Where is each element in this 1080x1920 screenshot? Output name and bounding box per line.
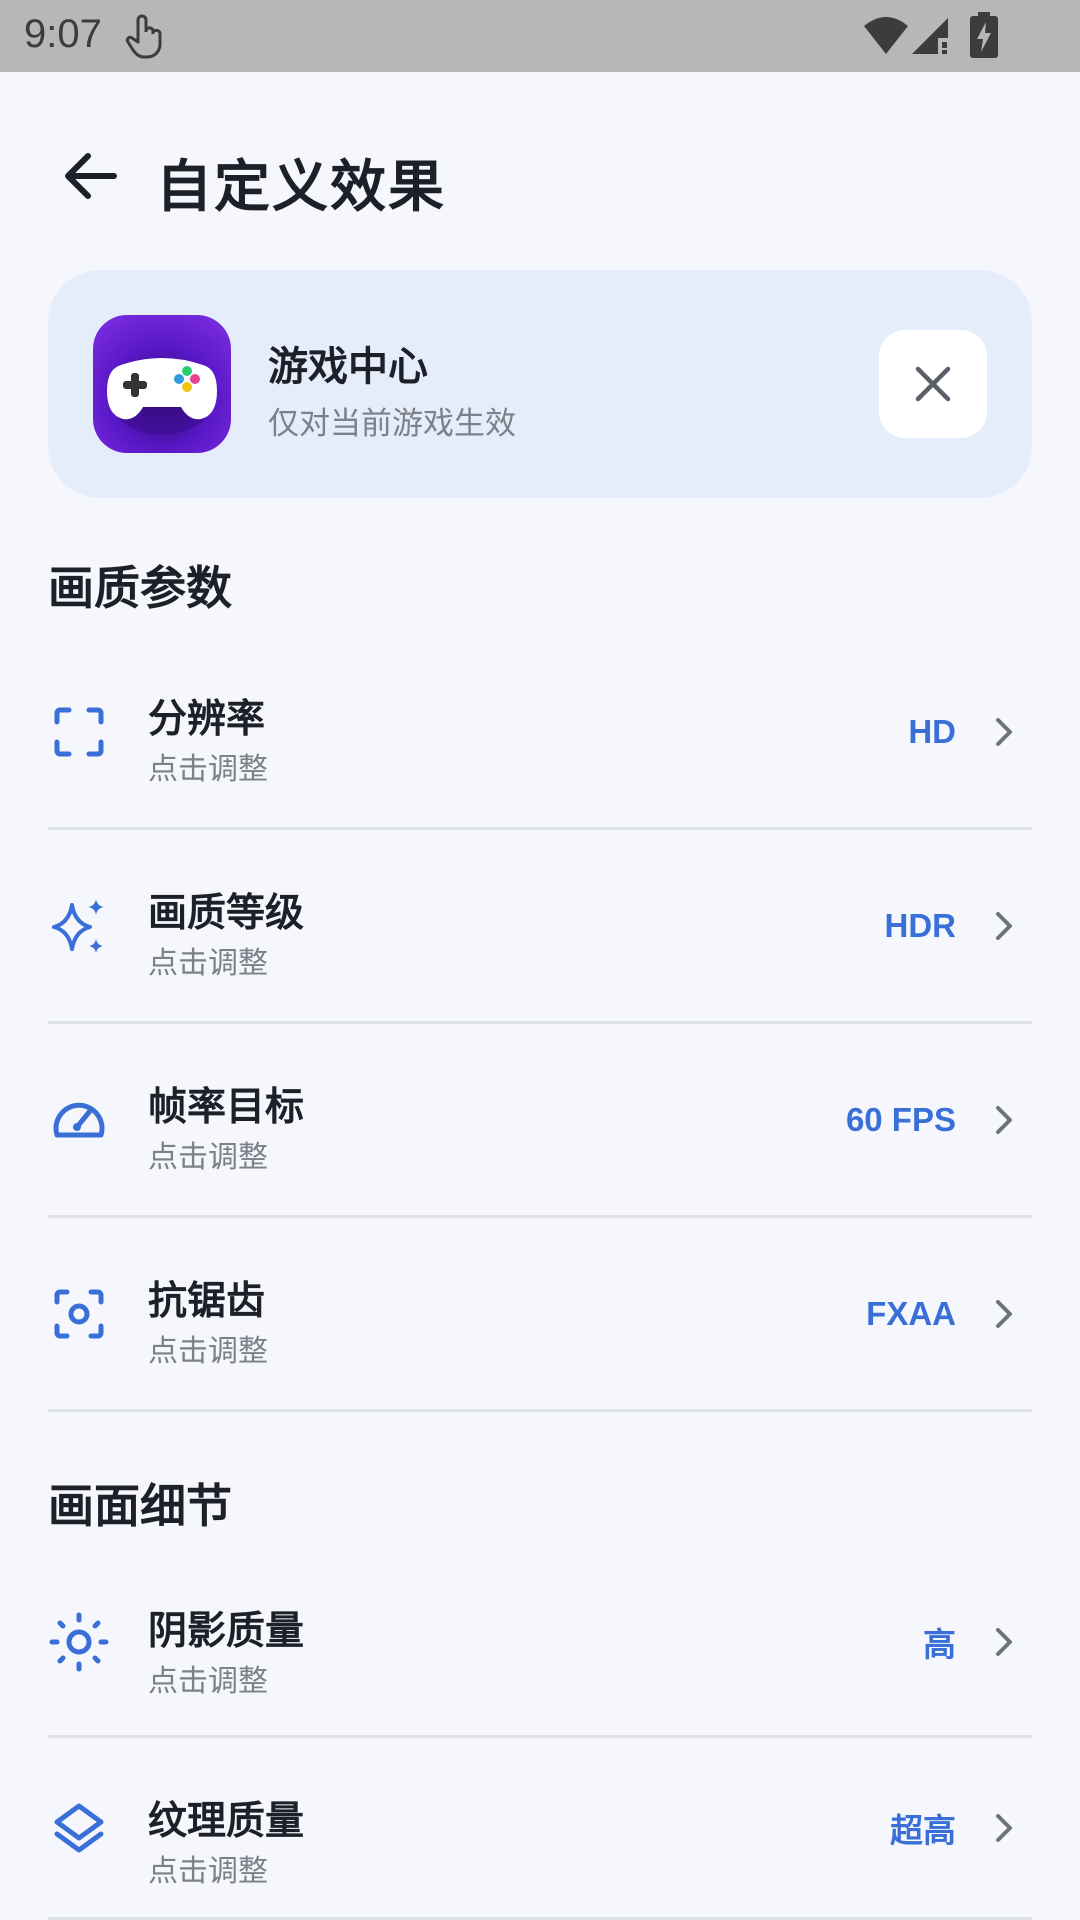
setting-hint: 点击调整 bbox=[148, 1140, 268, 1175]
setting-value: HDR bbox=[884, 906, 957, 944]
sun-icon bbox=[48, 1611, 110, 1673]
close-button[interactable] bbox=[879, 330, 987, 438]
signal-icon bbox=[912, 18, 948, 54]
setting-row-anti-aliasing[interactable]: 抗锯齿 点击调整 FXAA bbox=[48, 1218, 1032, 1412]
section-title-quality-params: 画质参数 bbox=[48, 561, 232, 615]
setting-value: FXAA bbox=[866, 1294, 956, 1332]
battery-charging-icon bbox=[970, 12, 998, 58]
setting-hint: 点击调整 bbox=[148, 1854, 268, 1889]
setting-row-texture-quality[interactable]: 纹理质量 点击调整 超高 bbox=[48, 1738, 1032, 1920]
close-icon bbox=[915, 366, 951, 402]
layers-icon bbox=[48, 1797, 110, 1859]
setting-label: 分辨率 bbox=[148, 697, 266, 742]
focus-icon bbox=[48, 1283, 110, 1345]
setting-label: 纹理质量 bbox=[148, 1799, 305, 1844]
section-title-detail: 画面细节 bbox=[48, 1479, 232, 1533]
chevron-right-icon bbox=[996, 1813, 1012, 1842]
wifi-icon bbox=[864, 17, 908, 54]
chevron-right-icon bbox=[996, 1299, 1012, 1328]
app-name: 游戏中心 bbox=[268, 344, 428, 390]
app-subtitle: 仅对当前游戏生效 bbox=[268, 406, 516, 442]
arrow-back-icon bbox=[65, 153, 117, 199]
setting-hint: 点击调整 bbox=[148, 1664, 268, 1699]
status-bar: 9:07 bbox=[0, 0, 1080, 72]
speedometer-icon bbox=[48, 1089, 110, 1151]
setting-row-quality-level[interactable]: 画质等级 点击调整 HDR bbox=[48, 830, 1032, 1024]
setting-hint: 点击调整 bbox=[148, 752, 268, 787]
setting-row-resolution[interactable]: 分辨率 点击调整 HD bbox=[48, 636, 1032, 830]
setting-label: 画质等级 bbox=[148, 891, 305, 936]
chevron-right-icon bbox=[996, 911, 1012, 940]
setting-label: 帧率目标 bbox=[148, 1085, 305, 1130]
chevron-right-icon bbox=[996, 717, 1012, 746]
setting-row-frame-rate[interactable]: 帧率目标 点击调整 60 FPS bbox=[48, 1024, 1032, 1218]
touch-hand-icon bbox=[125, 14, 162, 59]
setting-value: 60 FPS bbox=[845, 1100, 956, 1138]
setting-value: 超高 bbox=[890, 1811, 956, 1849]
chevron-right-icon bbox=[996, 1627, 1012, 1656]
setting-hint: 点击调整 bbox=[148, 946, 268, 981]
setting-value: HD bbox=[908, 712, 956, 750]
gamepad-icon bbox=[93, 315, 231, 453]
app-card: 游戏中心 仅对当前游戏生效 bbox=[48, 270, 1032, 498]
setting-label: 抗锯齿 bbox=[148, 1279, 266, 1324]
page-title: 自定义效果 bbox=[156, 155, 446, 220]
fullscreen-icon bbox=[48, 701, 110, 763]
app-icon bbox=[93, 315, 231, 453]
setting-hint: 点击调整 bbox=[148, 1334, 268, 1369]
back-button[interactable] bbox=[52, 138, 128, 214]
setting-value: 高 bbox=[923, 1625, 956, 1663]
setting-row-shadow-quality[interactable]: 阴影质量 点击调整 高 bbox=[48, 1548, 1032, 1738]
header: 自定义效果 bbox=[0, 72, 1080, 262]
setting-label: 阴影质量 bbox=[148, 1609, 305, 1654]
chevron-right-icon bbox=[996, 1105, 1012, 1134]
sparkle-icon bbox=[48, 895, 110, 957]
status-time: 9:07 bbox=[24, 12, 102, 56]
